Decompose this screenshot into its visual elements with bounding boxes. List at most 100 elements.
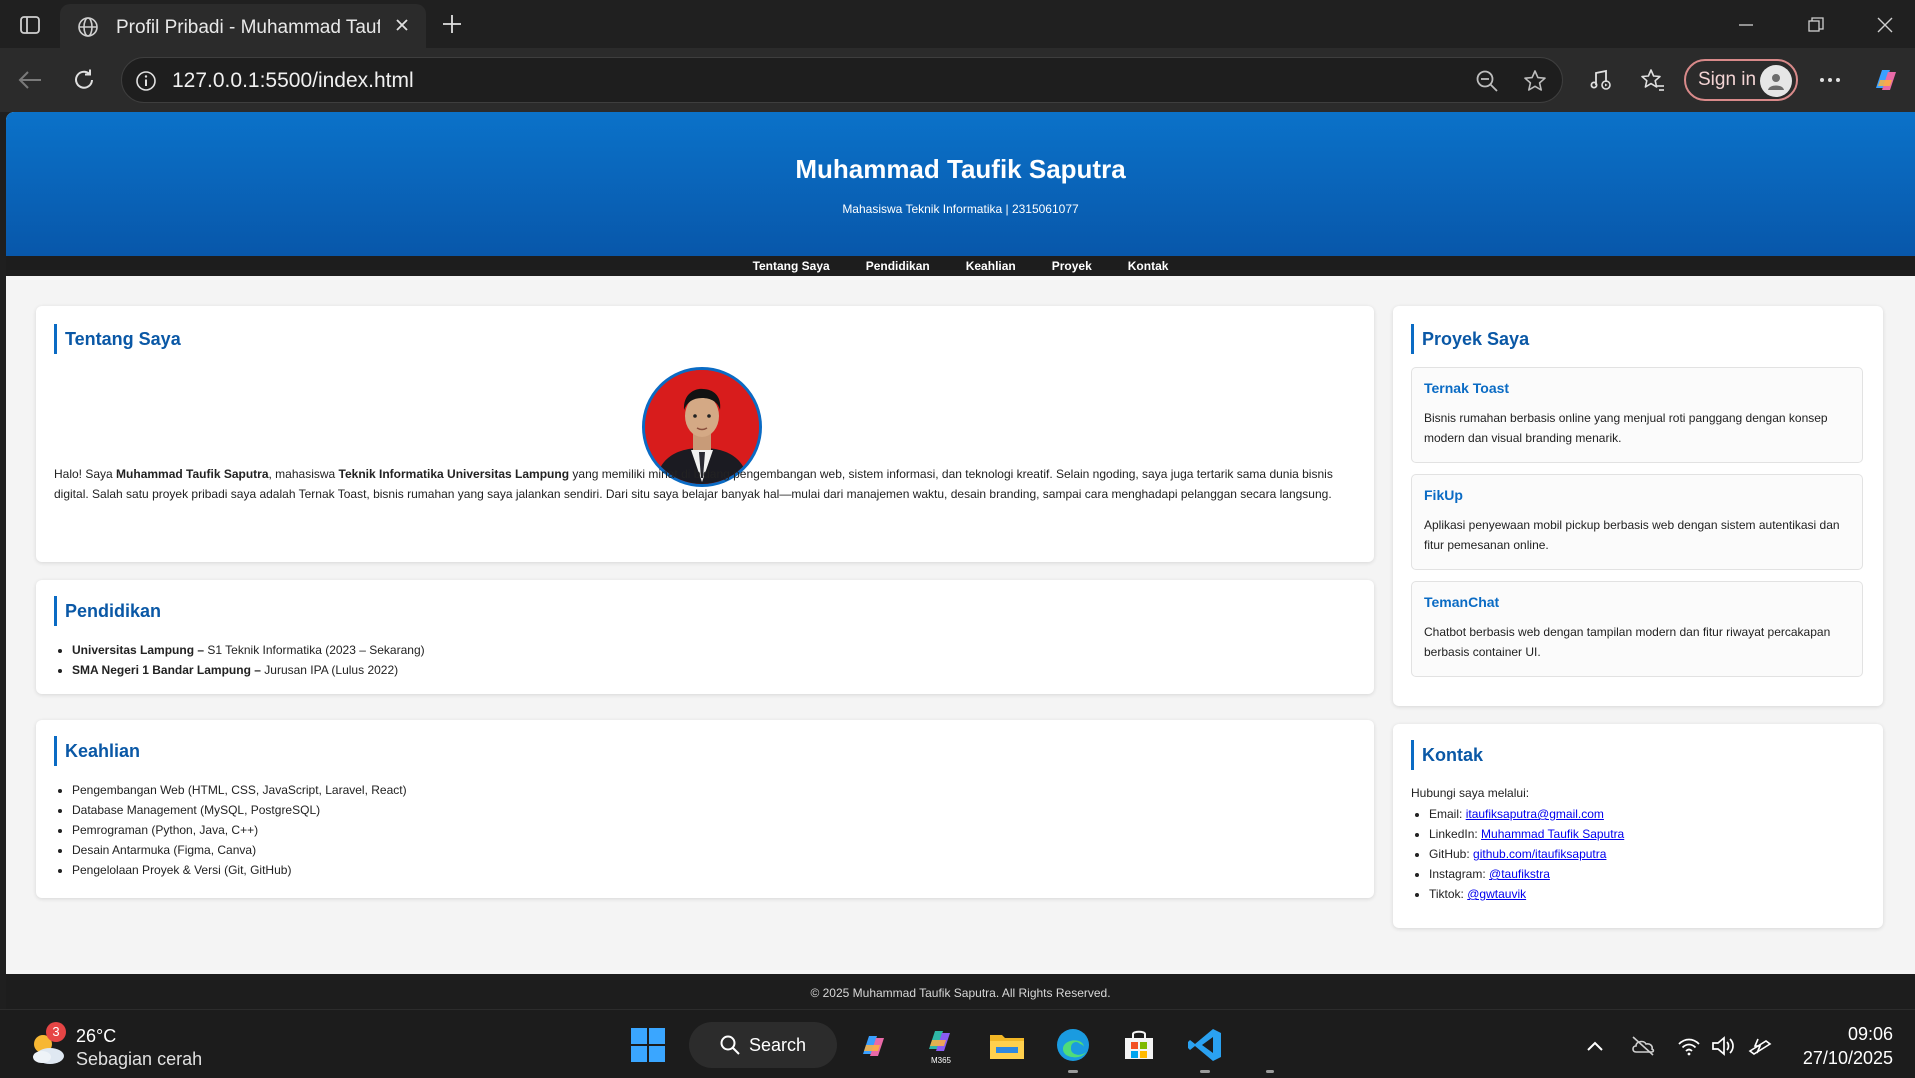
tiktok-link[interactable]: @gwtauvik: [1467, 887, 1526, 901]
minimize-button[interactable]: [1716, 8, 1776, 42]
skills-list: Pengembangan Web (HTML, CSS, JavaScript,…: [54, 780, 407, 880]
system-clock[interactable]: 09:06 27/10/2025: [1803, 1022, 1893, 1070]
education-detail: S1 Teknik Informatika (2023 – Sekarang): [204, 643, 425, 657]
search-label: Search: [749, 1034, 807, 1055]
about-section: Tentang Saya Halo! Saya Muhammad Taufik …: [36, 306, 1374, 562]
taskbar-search[interactable]: Search: [689, 1022, 837, 1068]
github-link[interactable]: github.com/itaufiksaputra: [1473, 847, 1606, 861]
copilot-app-icon[interactable]: [851, 1022, 897, 1068]
contact-label: Email:: [1429, 807, 1466, 821]
onedrive-offline-icon[interactable]: [1629, 1032, 1657, 1060]
browser-tab-active[interactable]: Profil Pribadi - Muhammad Taufik Saputra: [60, 4, 426, 48]
skills-heading: Keahlian: [54, 736, 140, 766]
contact-list: Email: itaufiksaputra@gmail.com LinkedIn…: [1411, 804, 1624, 904]
site-info-icon[interactable]: [134, 69, 158, 98]
sign-in-button[interactable]: Sign in: [1684, 59, 1798, 101]
project-card: TemanChat Chatbot berbasis web dengan ta…: [1411, 581, 1863, 677]
skill-item: Desain Antarmuka (Figma, Canva): [72, 840, 407, 860]
education-list: Universitas Lampung – S1 Teknik Informat…: [54, 640, 425, 680]
svg-text:M365: M365: [931, 1056, 952, 1065]
zoom-out-icon[interactable]: [1474, 68, 1500, 99]
project-title: Ternak Toast: [1424, 380, 1510, 396]
edge-running-indicator: [1068, 1070, 1078, 1073]
wifi-icon[interactable]: [1675, 1032, 1703, 1060]
sign-in-label: Sign in: [1698, 69, 1757, 90]
favorites-icon[interactable]: [1635, 62, 1671, 98]
more-options-icon[interactable]: [1812, 62, 1848, 98]
education-school: SMA Negeri 1 Bandar Lampung –: [72, 663, 261, 677]
search-icon: [720, 1035, 740, 1055]
nav-link-tentang-saya[interactable]: Tentang Saya: [753, 256, 830, 276]
education-detail: Jurusan IPA (Lulus 2022): [260, 663, 399, 677]
weather-temp: 26°C: [76, 1026, 117, 1046]
globe-icon: [76, 15, 100, 44]
copilot-icon[interactable]: [1868, 62, 1904, 98]
linkedin-link[interactable]: Muhammad Taufik Saputra: [1481, 827, 1624, 841]
about-intro: Halo! Saya: [54, 467, 117, 481]
contact-github: GitHub: github.com/itaufiksaputra: [1429, 844, 1624, 864]
media-control-icon[interactable]: [1582, 62, 1618, 98]
address-bar[interactable]: 127.0.0.1:5500/index.html: [121, 57, 1563, 103]
project-title: TemanChat: [1424, 594, 1500, 610]
contact-intro: Hubungi saya melalui:: [1411, 786, 1530, 800]
clock-time: 09:06: [1847, 1024, 1893, 1044]
url-text: 127.0.0.1:5500/index.html: [172, 69, 414, 92]
windows-logo-icon: [631, 1028, 665, 1062]
file-explorer-icon[interactable]: [984, 1022, 1030, 1068]
start-button[interactable]: [625, 1022, 671, 1068]
favorite-star-icon[interactable]: [1522, 68, 1548, 99]
nav-link-kontak[interactable]: Kontak: [1128, 256, 1169, 276]
nav-link-keahlian[interactable]: Keahlian: [966, 256, 1016, 276]
project-card: FikUp Aplikasi penyewaan mobil pickup be…: [1411, 474, 1863, 570]
education-item: Universitas Lampung – S1 Teknik Informat…: [72, 640, 425, 660]
microsoft-store-icon[interactable]: [1116, 1022, 1162, 1068]
contact-label: LinkedIn:: [1429, 827, 1482, 841]
restore-button[interactable]: [1786, 8, 1846, 42]
page-viewport: Muhammad Taufik Saputra Mahasiswa Teknik…: [6, 112, 1915, 1009]
email-link[interactable]: itaufiksaputra@gmail.com: [1466, 807, 1604, 821]
browser-toolbar: 127.0.0.1:5500/index.html Sign in: [0, 48, 1915, 112]
about-study: Teknik Informatika Universitas Lampung: [338, 467, 570, 481]
nav-link-pendidikan[interactable]: Pendidikan: [866, 256, 930, 276]
skill-item: Pemrograman (Python, Java, C++): [72, 820, 407, 840]
reload-button[interactable]: [66, 64, 102, 96]
close-window-button[interactable]: [1855, 8, 1915, 42]
show-hidden-icons-chevron-icon[interactable]: [1581, 1032, 1609, 1060]
contact-instagram: Instagram: @taufikstra: [1429, 864, 1624, 884]
battery-charging-icon[interactable]: [1746, 1032, 1774, 1060]
about-mid: , mahasiswa: [268, 467, 339, 481]
weather-desc: Sebagian cerah: [76, 1049, 203, 1069]
site-header: Muhammad Taufik Saputra Mahasiswa Teknik…: [6, 112, 1915, 256]
weather-badge: 3: [46, 1022, 66, 1042]
edge-browser-icon[interactable]: [1050, 1022, 1096, 1068]
education-heading: Pendidikan: [54, 596, 161, 626]
open-window-indicator: [1266, 1070, 1274, 1073]
site-title: Muhammad Taufik Saputra: [795, 154, 1126, 184]
education-section: Pendidikan Universitas Lampung – S1 Tekn…: [36, 580, 1374, 694]
skill-item: Pengembangan Web (HTML, CSS, JavaScript,…: [72, 780, 407, 800]
nav-link-proyek[interactable]: Proyek: [1052, 256, 1092, 276]
contact-heading: Kontak: [1411, 740, 1483, 770]
back-button[interactable]: [12, 64, 48, 96]
skill-item: Database Management (MySQL, PostgreSQL): [72, 800, 407, 820]
instagram-link[interactable]: @taufikstra: [1489, 867, 1550, 881]
project-desc: Bisnis rumahan berbasis online yang menj…: [1424, 411, 1828, 445]
about-heading: Tentang Saya: [54, 324, 181, 354]
taskbar: 3 26°C Sebagian cerah Search M365 09:06 …: [0, 1009, 1915, 1078]
m365-app-icon[interactable]: M365: [918, 1022, 964, 1068]
site-footer: © 2025 Muhammad Taufik Saputra. All Righ…: [6, 974, 1915, 1009]
projects-section: Proyek Saya Ternak Toast Bisnis rumahan …: [1393, 306, 1883, 706]
tab-actions-icon[interactable]: [10, 10, 50, 40]
close-tab-icon[interactable]: [392, 15, 412, 40]
contact-label: Instagram:: [1429, 867, 1490, 881]
tab-title: Profil Pribadi - Muhammad Taufik Saputra: [116, 17, 380, 38]
new-tab-button[interactable]: [436, 8, 468, 40]
volume-icon[interactable]: [1710, 1032, 1738, 1060]
project-title: FikUp: [1424, 487, 1463, 503]
weather-widget[interactable]: 3 26°C Sebagian cerah: [28, 1022, 228, 1069]
vscode-running-indicator: [1200, 1070, 1210, 1073]
skill-item: Pengelolaan Proyek & Versi (Git, GitHub): [72, 860, 407, 880]
skills-section: Keahlian Pengembangan Web (HTML, CSS, Ja…: [36, 720, 1374, 898]
vscode-icon[interactable]: [1182, 1022, 1228, 1068]
profile-avatar-icon: [1760, 65, 1792, 97]
